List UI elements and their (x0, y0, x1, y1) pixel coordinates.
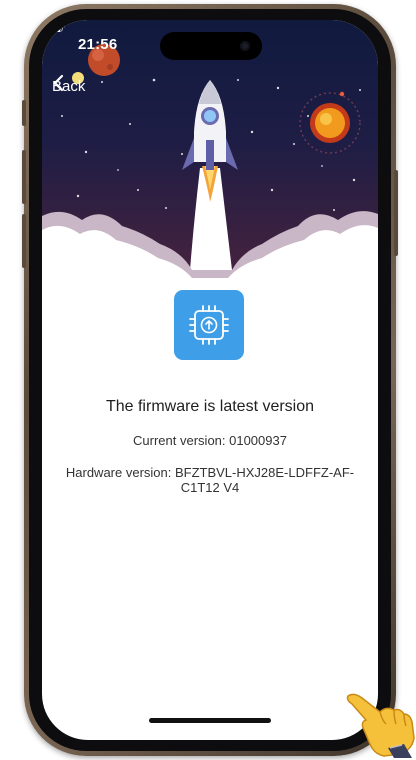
volume-up-button (22, 150, 26, 204)
status-time: 21:56 (78, 36, 118, 53)
volume-down-button (22, 214, 26, 268)
pointing-hand-icon (346, 693, 415, 758)
status-bar: 21:56 (42, 20, 378, 70)
battery-icon (42, 20, 65, 32)
stage: 21:56 Back The firmware is latest versio… (0, 0, 416, 760)
chevron-left-icon (53, 74, 64, 92)
firmware-status: The firmware is latest version (105, 398, 315, 415)
chip-upload-icon (174, 290, 244, 360)
current-version: Current version: 01000937 (133, 433, 287, 448)
hardware-version: Hardware version: BFZTBVL-HXJ28E-LDFFZ-A… (65, 465, 355, 495)
silent-switch (22, 100, 26, 126)
power-button (394, 170, 398, 256)
space-header: 21:56 Back (42, 20, 378, 290)
dynamic-island (160, 32, 262, 60)
back-button[interactable]: Back (52, 74, 85, 98)
home-indicator[interactable] (149, 718, 271, 723)
front-camera (240, 41, 250, 51)
screen: 21:56 Back The firmware is latest versio… (42, 20, 378, 740)
